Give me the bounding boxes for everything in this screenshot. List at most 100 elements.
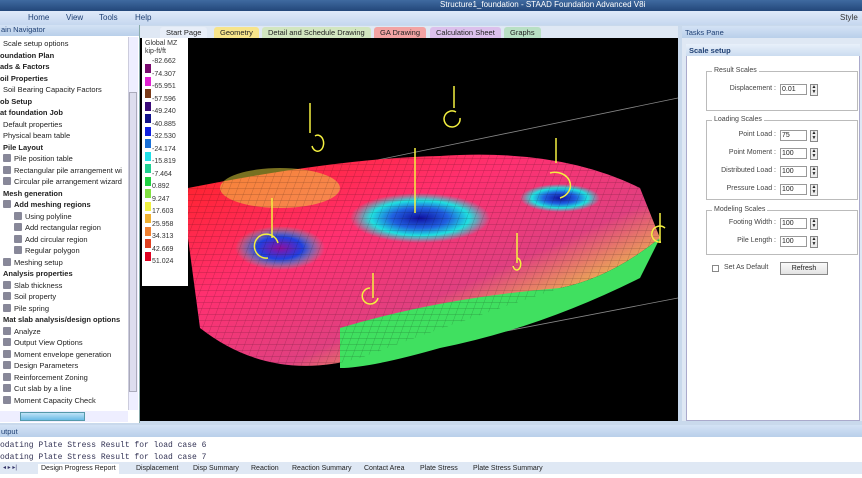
output-tab[interactable]: Plate Stress bbox=[420, 464, 458, 474]
navigator-item[interactable]: Rectangular pile arrangement wi bbox=[3, 165, 122, 176]
refresh-button[interactable]: Refresh bbox=[780, 262, 828, 275]
menu-help[interactable]: Help bbox=[135, 13, 151, 22]
tab-geometry[interactable]: Geometry bbox=[214, 27, 259, 38]
navigator-item-label: Analyze bbox=[14, 326, 41, 336]
navigator-item[interactable]: Analysis properties bbox=[3, 268, 73, 279]
3d-viewport[interactable] bbox=[140, 38, 678, 421]
navigator-item[interactable]: Pile spring bbox=[3, 303, 49, 314]
navigator-item-label: Pile position table bbox=[14, 154, 73, 163]
navigator-item[interactable]: Regular polygon bbox=[14, 245, 80, 256]
spinner-arrows-icon[interactable]: ▲ ▼ bbox=[810, 84, 818, 96]
navigator-item[interactable]: Slab thickness bbox=[3, 280, 62, 291]
navigator-item-label: oil Properties bbox=[0, 73, 48, 83]
navigator-item[interactable]: Soil Bearing Capacity Factors bbox=[3, 84, 102, 95]
output-tab[interactable]: Disp Summary bbox=[193, 464, 239, 474]
legend-value: -7.464 bbox=[152, 170, 172, 178]
document-tabs: Start Page Geometry Detail and Schedule Dr… bbox=[140, 26, 678, 38]
navigator-item[interactable]: oil Properties bbox=[0, 73, 48, 84]
navigator-item[interactable]: Physical beam table bbox=[3, 130, 70, 141]
scale-input[interactable]: 100 bbox=[780, 236, 807, 247]
scale-input[interactable]: 100 bbox=[780, 166, 807, 177]
navigator-item[interactable]: Soil property bbox=[3, 291, 56, 302]
navigator-item[interactable]: Moment envelope generation bbox=[3, 349, 111, 360]
navigator-item[interactable]: Design Parameters bbox=[3, 360, 78, 371]
navigator-item[interactable]: Reinforcement Zoning bbox=[3, 372, 88, 383]
tab-detail-and-schedule-drawing[interactable]: Detail and Schedule Drawing bbox=[262, 27, 371, 38]
menu-view[interactable]: View bbox=[66, 13, 83, 22]
navigator-scroll-thumb[interactable] bbox=[129, 92, 137, 392]
navigator-item[interactable]: ob Setup bbox=[0, 96, 32, 107]
navigator-item[interactable]: Pile Layout bbox=[3, 142, 43, 153]
navigator-item[interactable]: Add rectangular region bbox=[14, 222, 101, 233]
navigator-item[interactable]: Mesh generation bbox=[3, 188, 63, 199]
output-tab[interactable]: Reaction bbox=[251, 464, 279, 474]
navigator-item[interactable]: Analyze bbox=[3, 326, 41, 337]
scale-input[interactable]: 75 bbox=[780, 130, 807, 141]
navigator-item-label: Pile spring bbox=[14, 303, 50, 313]
output-tab[interactable]: Contact Area bbox=[364, 464, 404, 474]
navigator-item[interactable]: Default properties bbox=[3, 119, 62, 130]
navigator-item[interactable]: Add circular region bbox=[14, 234, 88, 245]
field-label: Pressure Load : bbox=[726, 185, 776, 192]
navigator-hscroll-thumb[interactable] bbox=[20, 412, 85, 421]
scale-setup-header[interactable]: Scale setup bbox=[686, 44, 860, 56]
spinner-arrows-icon[interactable]: ▲ ▼ bbox=[810, 236, 818, 248]
legend-swatch bbox=[145, 126, 151, 136]
navigator-item[interactable]: oundation Plan bbox=[0, 50, 54, 61]
navigator-item-label: Circular pile arrangement wizard bbox=[14, 177, 122, 186]
navigator-item[interactable]: Circular pile arrangement wizard bbox=[3, 176, 122, 187]
legend-swatch bbox=[145, 76, 151, 86]
legend-swatch bbox=[145, 114, 151, 123]
output-tab-nav-buttons[interactable]: ◂ ▸ ▸| bbox=[3, 464, 33, 473]
legend-value: -74.307 bbox=[152, 70, 176, 78]
scale-input[interactable]: 100 bbox=[780, 218, 807, 229]
navigator-item[interactable]: Using polyline bbox=[14, 211, 72, 222]
navigator-item[interactable]: Moment Capacity Check bbox=[3, 395, 96, 406]
item-icon bbox=[3, 200, 11, 208]
navigator-item-label: Add rectangular region bbox=[25, 223, 101, 232]
group-title: Modeling Scales bbox=[712, 206, 768, 213]
navigator-item[interactable]: at foundation Job bbox=[0, 107, 63, 118]
navigator-item[interactable]: Meshing setup bbox=[3, 257, 63, 268]
menu-tools[interactable]: Tools bbox=[99, 13, 118, 22]
navigator-item[interactable]: Add meshing regions bbox=[3, 199, 91, 210]
scale-input[interactable]: 100 bbox=[780, 148, 807, 159]
scale-input[interactable]: 100 bbox=[780, 184, 807, 195]
navigator-item[interactable]: Cut slab by a line bbox=[3, 383, 72, 394]
tab-ga-drawing[interactable]: GA Drawing bbox=[374, 27, 427, 38]
legend-value: -32.530 bbox=[152, 133, 176, 140]
contour-legend: Global MZ kip-ft/ft -82.662 -74.307 -65.95… bbox=[142, 38, 188, 286]
mesh-contour-plot bbox=[188, 86, 678, 368]
navigator-item[interactable]: Mat slab analysis/design options bbox=[3, 314, 120, 325]
legend-swatch bbox=[145, 239, 151, 248]
modeling-scales-group bbox=[706, 210, 858, 255]
spinner-arrows-icon[interactable]: ▲ ▼ bbox=[810, 148, 818, 160]
style-menu[interactable]: Style bbox=[840, 13, 858, 22]
navigator-item[interactable]: Scale setup options bbox=[3, 38, 68, 49]
navigator-item[interactable]: Output View Options bbox=[3, 337, 83, 348]
spinner-arrows-icon[interactable]: ▲ ▼ bbox=[810, 166, 818, 178]
navigator-item[interactable]: Pile position table bbox=[3, 153, 73, 164]
field-label: Distributed Load : bbox=[721, 167, 776, 174]
item-icon bbox=[3, 349, 11, 358]
output-tab[interactable]: Design Progress Report bbox=[38, 464, 119, 474]
navigator-item-label: Add circular region bbox=[25, 234, 88, 244]
spinner-arrows-icon[interactable]: ▲ ▼ bbox=[810, 218, 818, 230]
navigator-item-label: Cut slab by a line bbox=[14, 384, 72, 393]
output-tab[interactable]: Reaction Summary bbox=[292, 464, 352, 474]
output-title: utput bbox=[0, 425, 862, 437]
navigator-item-label: ads & Factors bbox=[0, 62, 50, 71]
menu-home[interactable]: Home bbox=[28, 13, 49, 22]
legend-value: 9.247 bbox=[152, 195, 170, 203]
navigator-item[interactable]: ads & Factors bbox=[0, 61, 50, 72]
tab-graphs[interactable]: Graphs bbox=[504, 27, 541, 38]
output-tab[interactable]: Displacement bbox=[136, 464, 178, 474]
scale-input[interactable]: 0.01 bbox=[780, 84, 807, 95]
spinner-arrows-icon[interactable]: ▲ ▼ bbox=[810, 130, 818, 142]
set-as-default-checkbox[interactable] bbox=[712, 265, 719, 272]
navigator-item-label: Regular polygon bbox=[25, 246, 80, 255]
spinner-arrows-icon[interactable]: ▲ ▼ bbox=[810, 184, 818, 196]
output-tab[interactable]: Plate Stress Summary bbox=[473, 464, 543, 474]
tab-calculation-sheet[interactable]: Calculation Sheet bbox=[430, 27, 501, 38]
tab-start-page[interactable]: Start Page bbox=[160, 27, 208, 38]
